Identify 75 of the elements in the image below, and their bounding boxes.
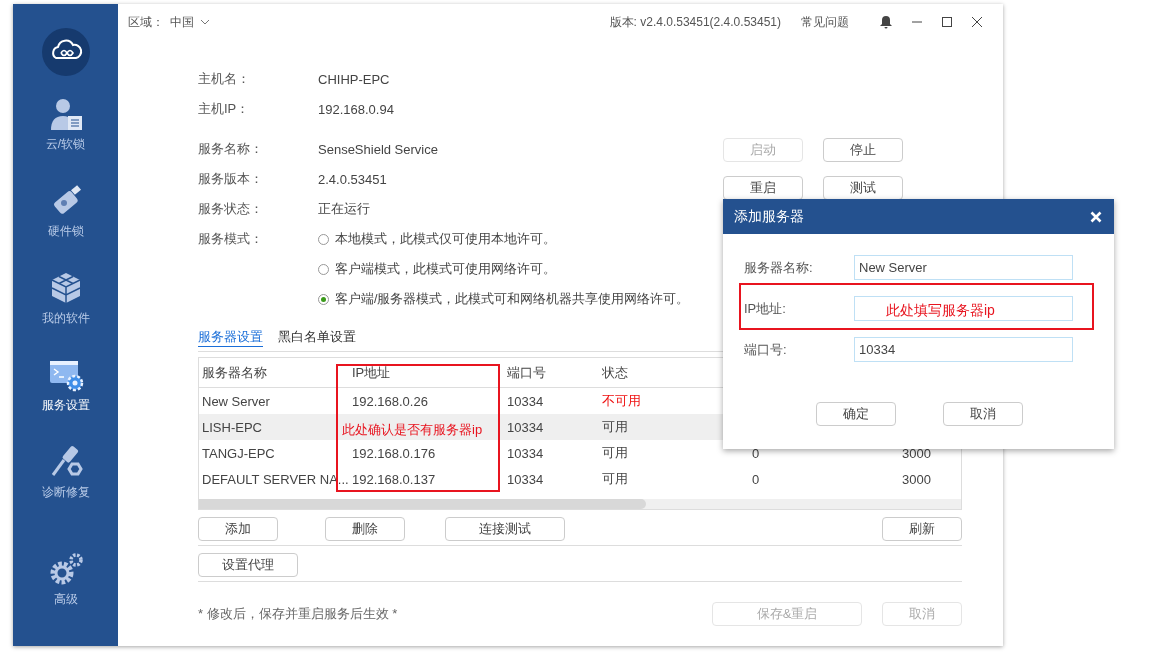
sidebar-item[interactable]: 硬件锁: [47, 183, 84, 270]
close-icon[interactable]: [971, 16, 983, 28]
maximize-icon[interactable]: [941, 16, 953, 28]
annotation-text: 此处确认是否有服务器ip: [342, 421, 483, 439]
field-label: 服务器名称:: [744, 258, 814, 277]
table-cell: 0: [752, 471, 760, 487]
field-label: 主机IP：: [198, 100, 251, 118]
sidebar-item[interactable]: 云/软锁: [45, 96, 86, 183]
field-label: 端口号:: [744, 340, 788, 359]
faq-link[interactable]: 常见问题: [801, 13, 849, 31]
column-header: 状态: [601, 363, 629, 382]
service-button[interactable]: 停止: [823, 138, 903, 162]
table-cell: 可用: [602, 471, 628, 486]
field-label: 主机名：: [198, 70, 251, 88]
table-cell: 不可用: [602, 393, 641, 408]
field-label: 服务状态：: [198, 200, 264, 218]
service-button[interactable]: 测试: [823, 176, 903, 200]
region-dropdown[interactable]: 中国: [170, 13, 194, 31]
table-cell: 192.168.0.137: [352, 471, 436, 487]
table-cell: 3000: [902, 445, 931, 461]
sidebar-item[interactable]: 服务设置: [41, 357, 90, 444]
field-value: CHIHP-EPC: [318, 71, 390, 87]
table-cell: 3000: [902, 471, 931, 487]
field-label: 服务版本：: [198, 170, 264, 188]
radio-label[interactable]: 本地模式，此模式仅可使用本地许可。: [335, 230, 556, 248]
tab[interactable]: 服务器设置: [198, 328, 263, 347]
table-cell: 10334: [507, 471, 544, 487]
annotation-text: 此处填写服务器ip: [886, 302, 995, 320]
radio-label[interactable]: 客户端/服务器模式，此模式可和网络机器共享使用网络许可。: [335, 290, 690, 308]
cloud-logo-icon: [41, 28, 90, 76]
dialog-title: 添加服务器: [734, 207, 804, 226]
input-field[interactable]: [854, 296, 1073, 321]
input-field[interactable]: New Server: [854, 255, 1073, 280]
radio-label[interactable]: 客户端模式，此模式可使用网络许可。: [335, 260, 556, 278]
table-action-button[interactable]: 删除: [325, 516, 405, 541]
region-label: 区域：: [128, 13, 164, 31]
sidebar-item[interactable]: 诊断修复: [41, 444, 90, 531]
field-value: 正在运行: [318, 200, 370, 218]
table-cell: 10334: [507, 445, 544, 461]
scrollbar-thumb[interactable]: [199, 499, 646, 509]
tab[interactable]: 黑白名单设置: [278, 328, 356, 347]
table-cell: 0: [752, 445, 760, 461]
table-cell: 可用: [602, 445, 628, 460]
sidebar-item[interactable]: 高级: [47, 551, 84, 638]
chevron-down-icon[interactable]: [200, 19, 210, 25]
field-value: SenseShield Service: [318, 141, 438, 157]
field-value: 192.168.0.94: [318, 101, 394, 117]
sidebar-item[interactable]: 我的软件: [41, 270, 90, 357]
table-cell: 192.168.0.176: [352, 445, 436, 461]
table-cell: 192.168.0.26: [352, 393, 428, 409]
table-cell: TANGJ-EPC: [202, 445, 275, 461]
table-cell: New Server: [202, 393, 270, 409]
field-label: 服务名称：: [198, 140, 264, 158]
table-cell: LISH-EPC: [202, 419, 262, 435]
footer-note: * 修改后，保存并重启服务后生效 *: [198, 605, 398, 623]
table-cell: 10334: [507, 419, 544, 435]
service-button[interactable]: 重启: [723, 176, 803, 200]
field-value: 2.4.0.53451: [318, 171, 387, 187]
table-action-button[interactable]: 连接测试: [445, 516, 565, 541]
column-header: IP地址: [351, 363, 392, 382]
table-cell: 10334: [507, 393, 544, 409]
input-field[interactable]: 10334: [854, 337, 1073, 362]
refresh-button[interactable]: 刷新: [882, 516, 962, 541]
column-header: 服务器名称: [201, 363, 268, 382]
version-text: 版本: v2.4.0.53451(2.4.0.53451): [609, 13, 781, 31]
bell-icon[interactable]: [879, 15, 893, 29]
field-label: IP地址:: [744, 299, 787, 318]
field-label: 服务模式：: [198, 230, 264, 248]
dialog-button[interactable]: 取消: [943, 402, 1023, 426]
table-cell: 可用: [602, 419, 628, 434]
proxy-button[interactable]: 设置代理: [198, 552, 298, 577]
column-header: 端口号: [506, 363, 547, 382]
dialog-button[interactable]: 确定: [816, 402, 896, 426]
table-row[interactable]: TANGJ-EPC 192.168.0.176 10334 可用 0 3000: [199, 440, 961, 466]
table-action-button[interactable]: 添加: [198, 516, 278, 541]
